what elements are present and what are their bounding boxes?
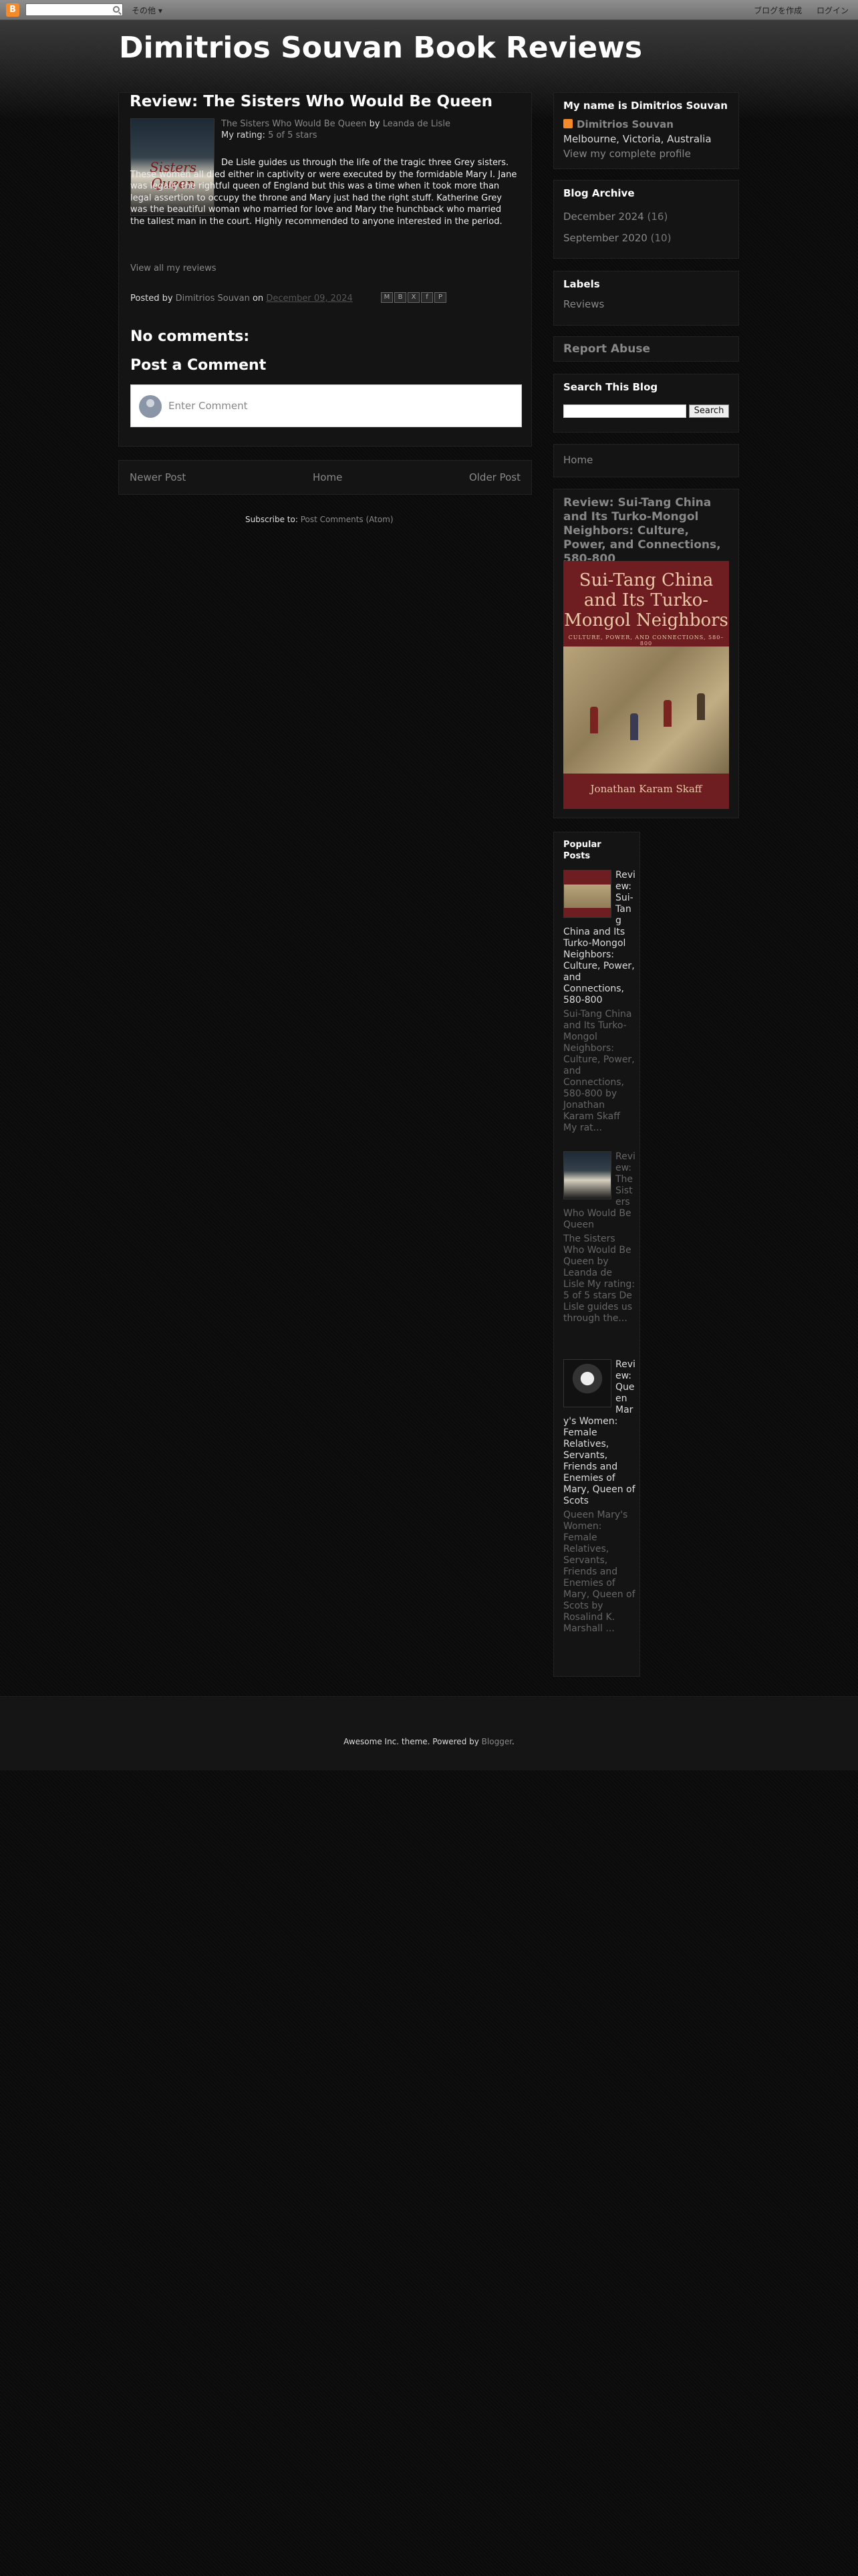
post-footer: Posted by Dimitrios Souvan on December 0… (130, 294, 353, 304)
painting-figure (630, 713, 638, 740)
post-body-text: De Lisle guides us through the life of t… (130, 158, 517, 227)
featured-cover-author: Jonathan Karam Skaff (590, 783, 702, 795)
footer-attribution: Awesome Inc. theme. Powered by (343, 1737, 479, 1746)
profile-location: Melbourne, Victoria, Australia (563, 133, 712, 145)
on-label: on (252, 294, 264, 304)
create-blog-link[interactable]: ブログを作成 (754, 6, 802, 15)
painting-figure (590, 707, 598, 733)
popular-post-thumbnail[interactable] (563, 1151, 611, 1199)
featured-post-widget: Review: Sui-Tang China and Its Turko-Mon… (553, 489, 739, 818)
labels-heading: Labels (563, 278, 600, 290)
profile-icon (563, 119, 573, 128)
archive-item-label[interactable]: December 2024 (563, 211, 644, 223)
painting-figure (664, 700, 672, 727)
login-link[interactable]: ログイン (817, 6, 849, 15)
blog-title[interactable]: Dimitrios Souvan Book Reviews (119, 31, 642, 65)
blog-search-input[interactable] (563, 404, 686, 418)
facebook-icon[interactable]: f (421, 292, 433, 303)
search-widget: Search This Blog Search (553, 374, 739, 433)
archive-item-count: (16) (647, 211, 668, 223)
search-heading: Search This Blog (563, 381, 658, 393)
popular-posts-heading: Popular Posts (563, 840, 601, 861)
footer: Awesome Inc. theme. Powered by Blogger. (0, 1696, 858, 1770)
pinterest-icon[interactable]: P (434, 292, 446, 303)
post-body: De Lisle guides us through the life of t… (130, 157, 518, 227)
footer-text: Awesome Inc. theme. Powered by Blogger. (0, 1737, 858, 1746)
profile-name[interactable]: Dimitrios Souvan (577, 118, 674, 130)
view-profile-link[interactable]: View my complete profile (563, 148, 691, 160)
archive-item[interactable]: September 2020 (10) (563, 232, 671, 244)
popular-post-snippet: Sui-Tang China and Its Turko-Mongol Neig… (563, 1009, 635, 1133)
profile-widget: My name is Dimitrios Souvan Dimitrios So… (553, 92, 739, 169)
rating-link[interactable]: 5 of 5 stars (268, 130, 317, 140)
blogger-navbar: B その他 ▾ ブログを作成 ログイン (0, 0, 858, 20)
view-all-reviews-link[interactable]: View all my reviews (130, 263, 217, 273)
sidebar-home-link[interactable]: Home (563, 454, 593, 466)
label-link-reviews[interactable]: Reviews (563, 298, 604, 310)
subscribe-label: Subscribe to: (245, 515, 298, 524)
avatar (139, 395, 162, 418)
profile-name-link[interactable]: Dimitrios Souvan (563, 118, 674, 130)
post-comments-atom-link[interactable]: Post Comments (Atom) (301, 515, 394, 524)
featured-cover-painting (563, 647, 729, 774)
archive-item[interactable]: December 2024 (16) (563, 211, 668, 223)
home-link[interactable]: Home (313, 471, 342, 483)
popular-post-item[interactable]: Review: The Sisters Who Would Be Queen T… (563, 1151, 635, 1324)
footer-period: . (512, 1737, 515, 1746)
main-column: Review: The Sisters Who Would Be Queen S… (118, 92, 532, 447)
navbar-right-links: ブログを作成 ログイン (742, 5, 849, 16)
subscribe-links: Subscribe to: Post Comments (Atom) (245, 515, 394, 524)
mail-icon[interactable]: M (381, 292, 393, 303)
older-post-link[interactable]: Older Post (469, 471, 521, 483)
posted-by-label: Posted by (130, 294, 173, 304)
share-buttons: MBXfP (381, 292, 448, 303)
archive-item-label[interactable]: September 2020 (563, 232, 648, 244)
author-link[interactable]: Leanda de Lisle (383, 119, 450, 129)
featured-cover-subtitle: CULTURE, POWER, AND CONNECTIONS, 580–800 (568, 634, 724, 647)
post-title[interactable]: Review: The Sisters Who Would Be Queen (130, 93, 492, 110)
post-date-link[interactable]: December 09, 2024 (266, 294, 352, 304)
popular-post-thumbnail[interactable] (563, 1359, 611, 1407)
navbar-search-input[interactable] (25, 3, 123, 16)
by-label: by (369, 119, 380, 129)
blogger-logo-icon[interactable]: B (6, 3, 19, 17)
featured-post-title[interactable]: Review: Sui-Tang China and Its Turko-Mon… (563, 496, 734, 566)
x-icon[interactable]: X (408, 292, 420, 303)
post-meta: The Sisters Who Would Be Queen by Leanda… (221, 118, 515, 141)
featured-cover-title: Sui-Tang China and Its Turko-Mongol Neig… (564, 570, 728, 630)
popular-post-item[interactable]: Review: Queen Mary's Women: Female Relat… (563, 1359, 635, 1635)
book-link[interactable]: The Sisters Who Would Be Queen (221, 119, 367, 129)
profile-heading: My name is Dimitrios Souvan (563, 100, 728, 112)
popular-post-snippet: Queen Mary's Women: Female Relatives, Se… (563, 1510, 635, 1634)
archive-heading: Blog Archive (563, 187, 635, 199)
comment-input[interactable]: Enter Comment (168, 400, 248, 412)
comments-heading: No comments: (130, 328, 250, 345)
report-abuse-widget: Report Abuse (553, 336, 739, 362)
search-button[interactable]: Search (689, 404, 729, 418)
report-abuse-link[interactable]: Report Abuse (563, 342, 650, 356)
search-icon[interactable] (113, 6, 120, 13)
blogger-link[interactable]: Blogger (482, 1737, 512, 1746)
popular-posts-widget: Popular Posts Review: Sui-Tang China and… (553, 832, 640, 1677)
blog-pager: Newer Post Home Older Post (118, 460, 532, 495)
navbar-more-menu[interactable]: その他 ▾ (132, 5, 162, 16)
blog-archive-widget: Blog Archive December 2024 (16) Septembe… (553, 180, 739, 259)
painting-figure (697, 693, 705, 720)
post-comment-heading: Post a Comment (130, 357, 267, 374)
blog-icon[interactable]: B (394, 292, 406, 303)
post-author-link[interactable]: Dimitrios Souvan (176, 294, 250, 304)
featured-book-cover[interactable]: Sui-Tang China and Its Turko-Mongol Neig… (563, 561, 729, 809)
popular-post-item[interactable]: Review: Sui-Tang China and Its Turko-Mon… (563, 870, 635, 1134)
popular-post-snippet: The Sisters Who Would Be Queen by Leanda… (563, 1234, 635, 1324)
labels-widget: Labels Reviews (553, 271, 739, 326)
archive-item-count: (10) (650, 232, 672, 244)
home-widget: Home (553, 444, 739, 477)
rating-label: My rating: (221, 130, 265, 140)
newer-post-link[interactable]: Newer Post (130, 471, 186, 483)
comment-box[interactable]: Enter Comment (130, 384, 522, 427)
popular-post-thumbnail[interactable] (563, 870, 611, 918)
